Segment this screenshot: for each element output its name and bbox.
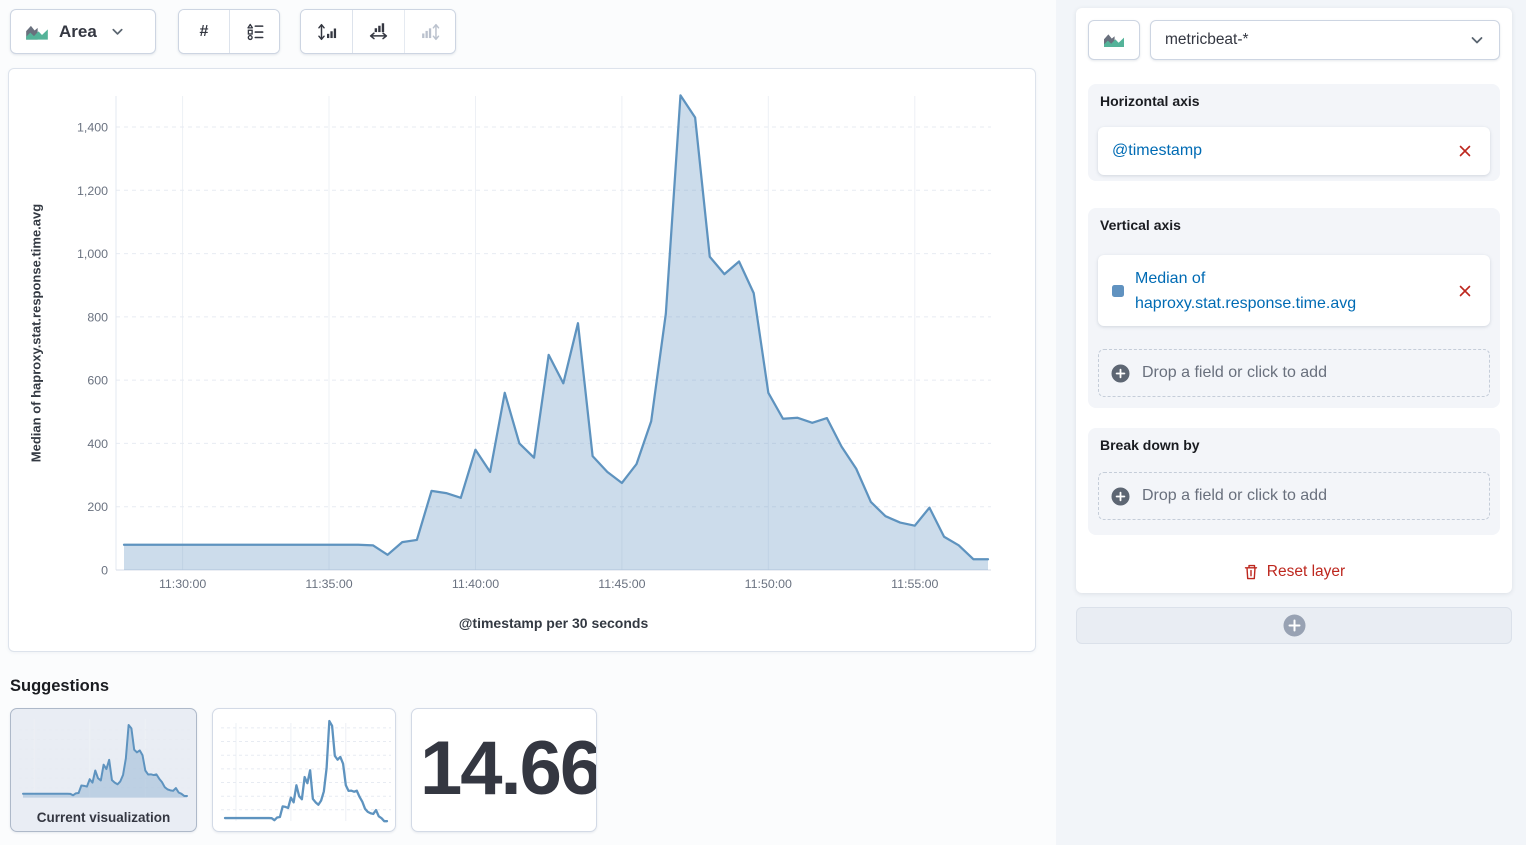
chevron-down-icon (1469, 32, 1485, 48)
svg-text:1,200: 1,200 (77, 184, 108, 198)
dropzone-placeholder: Drop a field or click to add (1142, 364, 1327, 382)
chart-type-label: Area (59, 22, 97, 42)
svg-text:400: 400 (87, 437, 108, 451)
remove-vertical-field-button[interactable] (1454, 280, 1476, 302)
suggestions-heading: Suggestions (10, 677, 109, 696)
series-color-swatch (1112, 285, 1124, 297)
y-axis-title: Median of haproxy.stat.response.time.avg (29, 204, 44, 462)
current-visualization-label: Current visualization (11, 810, 196, 825)
svg-text:600: 600 (87, 374, 108, 388)
svg-text:200: 200 (87, 500, 108, 514)
svg-text:11:30:00: 11:30:00 (159, 577, 206, 591)
value-labels-button[interactable]: # (179, 10, 229, 53)
horizontal-axis-field[interactable]: @timestamp (1098, 127, 1490, 175)
svg-text:11:45:00: 11:45:00 (598, 577, 645, 591)
legend-list-icon (244, 21, 265, 42)
plus-circle-icon (1111, 487, 1130, 506)
right-axis-button[interactable] (404, 10, 455, 53)
metric-value: 14.66 (420, 725, 597, 812)
svg-text:11:35:00: 11:35:00 (305, 577, 352, 591)
suggestion-line-chart[interactable] (212, 708, 396, 832)
legend-button[interactable] (229, 10, 279, 53)
suggestion-area-thumbnail (11, 709, 197, 805)
layer-chart-type-button[interactable] (1088, 20, 1140, 60)
break-down-section: Break down by Drop a field or click to a… (1088, 428, 1500, 535)
x-icon (1459, 285, 1471, 297)
left-axis-button[interactable] (301, 10, 352, 53)
remove-horizontal-field-button[interactable] (1454, 140, 1476, 162)
break-down-title: Break down by (1100, 437, 1200, 453)
suggestion-metric[interactable]: 14.66 (411, 708, 597, 832)
svg-text:11:50:00: 11:50:00 (745, 577, 792, 591)
suggestion-current[interactable]: Current visualization (10, 708, 197, 832)
svg-text:11:55:00: 11:55:00 (891, 577, 938, 591)
svg-text:800: 800 (87, 310, 108, 324)
reset-layer-label: Reset layer (1267, 563, 1345, 581)
horizontal-axis-field-label: @timestamp (1112, 142, 1202, 160)
plus-circle-icon (1283, 614, 1306, 637)
break-down-dropzone[interactable]: Drop a field or click to add (1098, 472, 1490, 520)
chart-type-button[interactable]: Area (10, 9, 156, 54)
vertical-axis-section: Vertical axis Median of haproxy.stat.res… (1088, 208, 1500, 408)
horizontal-axis-section: Horizontal axis @timestamp (1088, 84, 1500, 181)
area-chart-icon (24, 22, 50, 42)
index-pattern-select[interactable]: metricbeat-* (1150, 20, 1500, 60)
trash-icon (1243, 563, 1259, 581)
svg-text:1,400: 1,400 (77, 121, 108, 135)
x-axis-title: @timestamp per 30 seconds (116, 615, 991, 631)
workspace-chart-panel: 0 200 400 600 800 1,000 1,200 1,400 11:30:00 11:3… (8, 68, 1036, 652)
svg-text:1,000: 1,000 (77, 247, 108, 261)
display-options-group: # (178, 9, 280, 54)
vertical-axis-icon (316, 21, 338, 43)
index-pattern-value: metricbeat-* (1165, 31, 1469, 49)
suggestion-line-thumbnail (213, 709, 396, 832)
axis-options-group (300, 9, 456, 54)
value-labels-label: # (200, 23, 209, 41)
vertical-axis-title: Vertical axis (1100, 217, 1181, 233)
svg-text:11:40:00: 11:40:00 (452, 577, 499, 591)
bottom-axis-button[interactable] (352, 10, 403, 53)
reset-layer-button[interactable]: Reset layer (1076, 555, 1512, 589)
lens-editor: Area # (0, 0, 1526, 845)
area-chart-icon (1102, 31, 1126, 49)
area-chart[interactable]: 0 200 400 600 800 1,000 1,200 1,400 11:30:00 11:3… (9, 69, 1035, 651)
chevron-down-icon (110, 24, 125, 39)
horizontal-axis-title: Horizontal axis (1100, 93, 1200, 109)
dropzone-placeholder: Drop a field or click to add (1142, 487, 1327, 505)
right-axis-icon (419, 21, 441, 43)
plus-circle-icon (1111, 364, 1130, 383)
add-layer-button[interactable] (1076, 607, 1512, 644)
vertical-axis-field-label: Median of haproxy.stat.response.time.avg (1135, 266, 1417, 316)
vertical-axis-dropzone[interactable]: Drop a field or click to add (1098, 349, 1490, 397)
vertical-axis-field[interactable]: Median of haproxy.stat.response.time.avg (1098, 255, 1490, 326)
svg-text:0: 0 (101, 564, 108, 578)
x-icon (1459, 145, 1471, 157)
horizontal-axis-icon (367, 20, 390, 43)
layer-config-panel: metricbeat-* Horizontal axis @timestamp … (1076, 8, 1512, 593)
